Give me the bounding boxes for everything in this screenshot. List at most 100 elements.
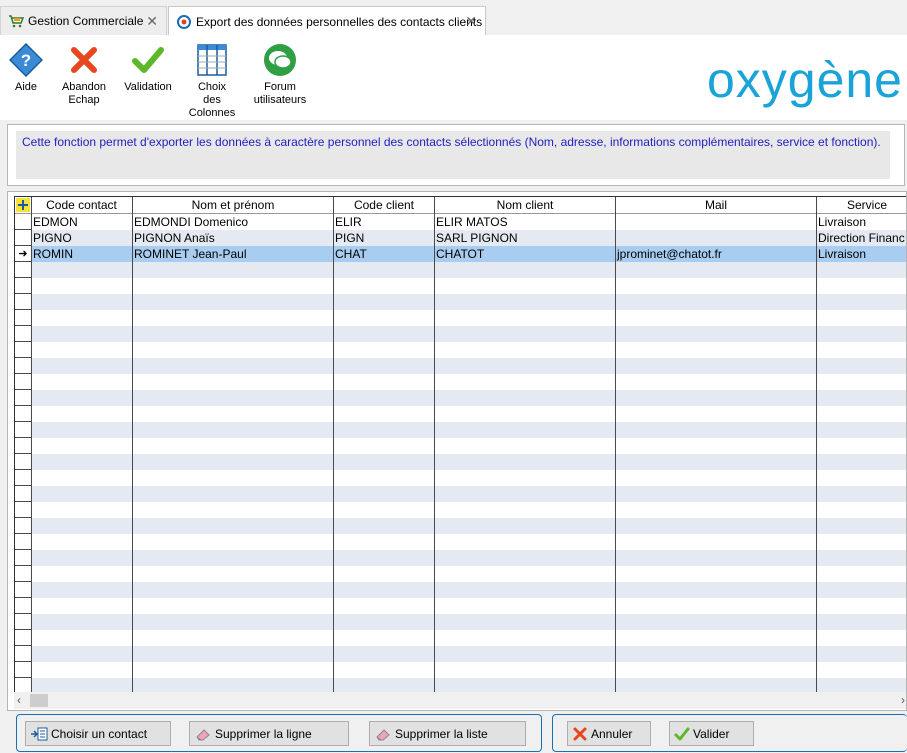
horizontal-scrollbar[interactable]: ‹ › — [14, 692, 906, 709]
row-indicator[interactable] — [15, 646, 31, 662]
table-row[interactable] — [15, 454, 906, 470]
scroll-left-icon[interactable]: ‹ — [17, 693, 21, 707]
table-cell-service[interactable]: Livraison — [816, 214, 906, 230]
row-indicator[interactable] — [15, 566, 31, 582]
row-indicator[interactable] — [15, 614, 31, 630]
table-cell-service[interactable]: Direction Financ — [816, 230, 906, 246]
row-indicator[interactable] — [15, 502, 31, 518]
table-row[interactable] — [15, 470, 906, 486]
row-indicator[interactable] — [15, 294, 31, 310]
table-row[interactable] — [15, 342, 906, 358]
table-row[interactable] — [15, 438, 906, 454]
table-row[interactable] — [15, 326, 906, 342]
add-row-icon[interactable] — [15, 197, 31, 213]
row-indicator[interactable] — [15, 678, 31, 693]
table-row[interactable] — [15, 294, 906, 310]
table-cell-nom-prenom[interactable]: ROMINET Jean-Paul — [132, 246, 333, 262]
row-indicator[interactable] — [15, 470, 31, 486]
row-indicator[interactable] — [15, 342, 31, 358]
table-row[interactable] — [15, 646, 906, 662]
table-cell-service[interactable]: Livraison — [816, 246, 906, 262]
table-row[interactable] — [15, 550, 906, 566]
row-indicator[interactable] — [15, 278, 31, 294]
row-indicator[interactable] — [15, 406, 31, 422]
row-indicator[interactable] — [15, 518, 31, 534]
column-header-code-client[interactable]: Code client — [334, 197, 434, 213]
close-icon[interactable]: ✕ — [146, 14, 158, 28]
table-row[interactable] — [15, 390, 906, 406]
row-indicator[interactable] — [15, 358, 31, 374]
supprimer-liste-button[interactable]: Supprimer la liste — [369, 721, 526, 746]
table-cell-mail[interactable] — [615, 214, 816, 230]
row-indicator[interactable] — [15, 390, 31, 406]
table-row[interactable] — [15, 262, 906, 278]
row-indicator[interactable] — [15, 374, 31, 390]
table-row[interactable]: ➜ ROMIN ROMINET Jean-Paul CHAT CHATOT jpromin… — [15, 246, 906, 262]
table-row[interactable] — [15, 534, 906, 550]
table-row[interactable] — [15, 582, 906, 598]
row-indicator[interactable] — [15, 438, 31, 454]
table-cell-nom-prenom[interactable]: EDMONDI Domenico — [132, 214, 333, 230]
table-row[interactable] — [15, 518, 906, 534]
tab-export-donnees[interactable]: Export des données personnelles des cont… — [168, 6, 486, 36]
table-cell-code-contact[interactable]: EDMON — [31, 214, 132, 230]
scroll-right-icon[interactable]: › — [901, 693, 905, 707]
row-indicator[interactable] — [15, 310, 31, 326]
choix-colonnes-button[interactable]: Choix des Colonnes — [186, 43, 238, 120]
table-row[interactable]: EDMON EDMONDI Domenico ELIR ELIR MATOS Livra… — [15, 214, 906, 230]
table-cell-code-client[interactable]: PIGN — [333, 230, 434, 246]
table-row[interactable] — [15, 502, 906, 518]
row-indicator[interactable] — [15, 262, 31, 278]
row-indicator[interactable] — [15, 630, 31, 646]
row-indicator[interactable] — [15, 214, 31, 230]
table-cell-nom-prenom[interactable]: PIGNON Anaïs — [132, 230, 333, 246]
column-header-nom-client[interactable]: Nom client — [435, 197, 615, 213]
table-cell-mail[interactable] — [615, 230, 816, 246]
table-row[interactable] — [15, 406, 906, 422]
valider-button[interactable]: Valider — [669, 721, 754, 746]
table-row[interactable] — [15, 630, 906, 646]
table-row[interactable] — [15, 614, 906, 630]
table-cell-code-contact[interactable]: PIGNO — [31, 230, 132, 246]
supprimer-ligne-button[interactable]: Supprimer la ligne — [189, 721, 349, 746]
contacts-grid[interactable]: Code contact Nom et prénom Code client N… — [14, 196, 906, 693]
table-cell-nom-client[interactable]: CHATOT — [434, 246, 615, 262]
table-row[interactable] — [15, 566, 906, 582]
table-row[interactable] — [15, 486, 906, 502]
table-row[interactable] — [15, 662, 906, 678]
table-row[interactable] — [15, 374, 906, 390]
table-cell-nom-client[interactable]: SARL PIGNON — [434, 230, 615, 246]
row-indicator[interactable] — [15, 662, 31, 678]
table-cell-code-contact[interactable]: ROMIN — [31, 246, 132, 262]
table-row[interactable] — [15, 358, 906, 374]
table-row[interactable]: PIGNO PIGNON Anaïs PIGN SARL PIGNON Directio… — [15, 230, 906, 246]
column-header-nom-prenom[interactable]: Nom et prénom — [133, 197, 333, 213]
table-row[interactable] — [15, 678, 906, 693]
abandon-button[interactable]: Abandon Echap — [58, 43, 110, 107]
tab-gestion-commerciale[interactable]: Gestion Commerciale ✕ — [0, 6, 167, 35]
row-indicator[interactable] — [15, 550, 31, 566]
table-row[interactable] — [15, 310, 906, 326]
current-row-arrow-icon[interactable]: ➜ — [15, 246, 31, 262]
row-indicator[interactable] — [15, 534, 31, 550]
table-row[interactable] — [15, 278, 906, 294]
table-cell-code-client[interactable]: ELIR — [333, 214, 434, 230]
choisir-contact-button[interactable]: Choisir un contact — [25, 721, 171, 746]
table-cell-mail[interactable]: jprominet@chatot.fr — [615, 246, 816, 262]
row-indicator[interactable] — [15, 326, 31, 342]
table-cell-nom-client[interactable]: ELIR MATOS — [434, 214, 615, 230]
aide-button[interactable]: ? Aide — [6, 43, 46, 94]
row-indicator[interactable] — [15, 454, 31, 470]
row-indicator[interactable] — [15, 598, 31, 614]
row-indicator[interactable] — [15, 486, 31, 502]
column-header-mail[interactable]: Mail — [616, 197, 816, 213]
scrollbar-thumb[interactable] — [30, 694, 48, 707]
close-icon[interactable]: ✕ — [465, 14, 477, 28]
forum-button[interactable]: Forum utilisateurs — [252, 43, 308, 107]
annuler-button[interactable]: Annuler — [567, 721, 651, 746]
table-row[interactable] — [15, 422, 906, 438]
row-indicator[interactable] — [15, 230, 31, 246]
validation-button[interactable]: Validation — [122, 43, 174, 94]
row-indicator[interactable] — [15, 582, 31, 598]
column-header-code-contact[interactable]: Code contact — [31, 197, 132, 213]
